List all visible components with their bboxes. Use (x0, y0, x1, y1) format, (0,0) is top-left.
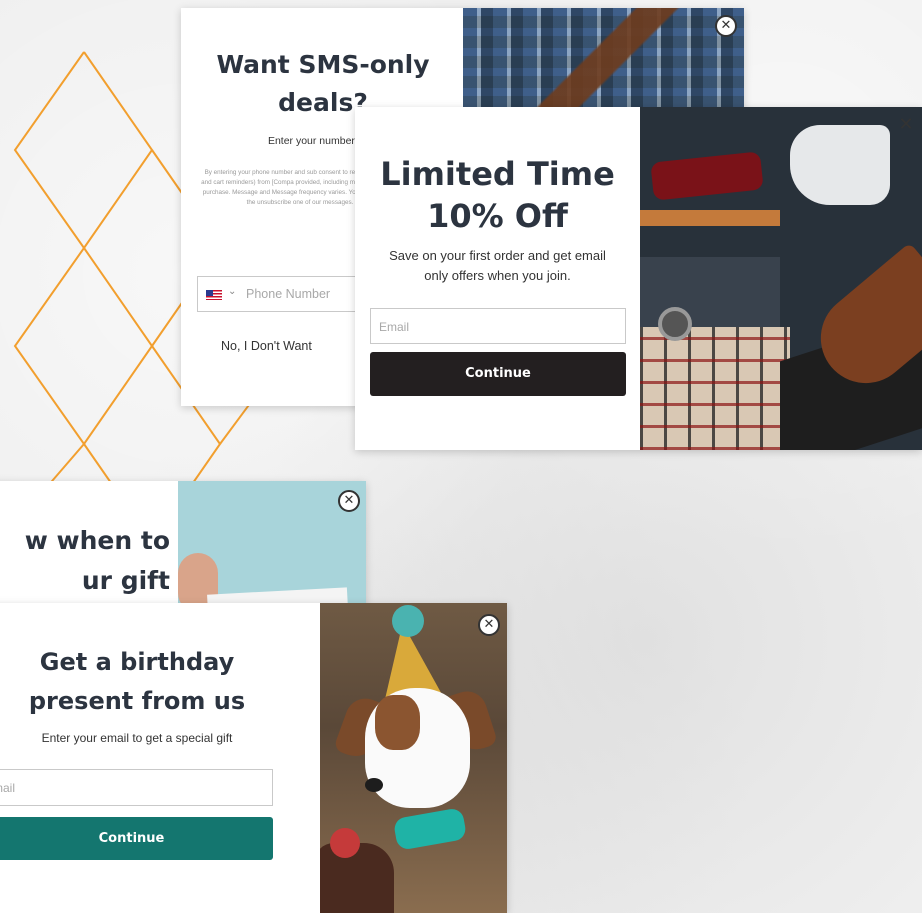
dog-patch (375, 695, 420, 750)
sms-popup-image (463, 8, 744, 108)
chevron-down-icon[interactable]: ⌄ (228, 286, 236, 297)
gift-popup-title: w when to ur gift (24, 526, 170, 595)
shirt-shape (790, 125, 890, 205)
tie-shape (650, 151, 764, 201)
menswear-image (640, 107, 922, 450)
close-icon[interactable]: ✕ (715, 15, 737, 37)
cupcake-shape (320, 843, 394, 913)
phone-number-placeholder: Phone Number (246, 287, 331, 301)
us-flag-icon[interactable] (206, 290, 222, 300)
birthday-popup-title: Get a birthday present from us (28, 648, 246, 715)
email-field[interactable]: mail (0, 769, 273, 806)
hanger-shape (640, 210, 780, 226)
close-icon[interactable]: ✕ (478, 614, 500, 636)
limited-popup-title: Limited Time 10% Off (380, 155, 615, 235)
watch-shape (658, 307, 692, 341)
close-icon[interactable]: ✕ (338, 490, 360, 512)
bow-tie-shape (392, 807, 468, 851)
scarf-shape (640, 327, 790, 450)
close-icon[interactable]: ✕ (896, 115, 916, 135)
birthday-popup: Get a birthday present from us Enter you… (0, 603, 507, 913)
limited-time-popup: Limited Time 10% Off Save on your first … (355, 107, 922, 450)
dog-nose (365, 778, 383, 792)
cupcake-top-shape (330, 828, 360, 858)
continue-button[interactable]: Continue (370, 352, 626, 396)
birthday-popup-subtitle: Enter your email to get a special gift (41, 731, 233, 745)
party-dog-image (320, 603, 507, 913)
continue-button[interactable]: Continue (0, 817, 273, 860)
limited-popup-subtitle: Save on your first order and get email o… (389, 248, 606, 283)
pompom-shape (392, 605, 424, 637)
email-field[interactable]: Email (370, 308, 626, 344)
